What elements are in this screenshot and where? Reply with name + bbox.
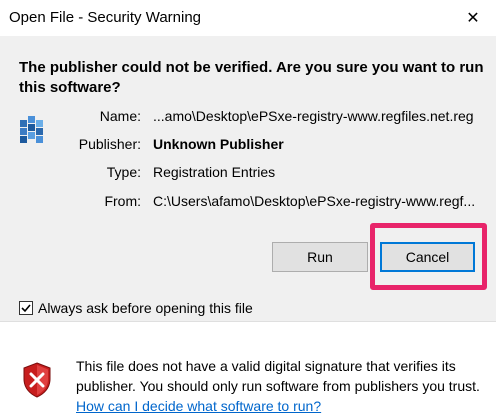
highlight-annotation: [370, 223, 487, 290]
from-label: From:: [104, 193, 141, 209]
type-value: Registration Entries: [153, 164, 276, 180]
warning-headline: The publisher could not be verified. Are…: [19, 59, 484, 96]
publisher-label: Publisher:: [78, 136, 141, 152]
footer-panel: This file does not have a valid digital …: [0, 322, 496, 420]
from-value: C:\Users\afamo\Desktop\ePSxe-registry-ww…: [153, 193, 476, 209]
close-button[interactable]: ✕: [450, 0, 496, 36]
always-ask-checkbox[interactable]: [19, 301, 33, 315]
footer-text: This file does not have a valid digital …: [76, 358, 480, 394]
run-button[interactable]: Run: [272, 242, 368, 272]
help-link[interactable]: How can I decide what software to run?: [76, 398, 321, 414]
always-ask-label: Always ask before opening this file: [38, 300, 253, 316]
always-ask-row[interactable]: Always ask before opening this file: [19, 300, 253, 316]
footer-message: This file does not have a valid digital …: [76, 356, 486, 416]
name-label: Name:: [99, 108, 141, 124]
checkmark-icon: [21, 304, 31, 313]
type-label: Type:: [106, 164, 141, 180]
title-bar: Open File - Security Warning ✕: [0, 0, 496, 36]
close-icon: ✕: [466, 10, 480, 27]
dialog-body: The publisher could not be verified. Are…: [0, 36, 496, 321]
name-value: ...amo\Desktop\ePSxe-registry-www.regfil…: [153, 108, 474, 124]
publisher-value: Unknown Publisher: [153, 136, 284, 152]
security-shield-icon: [22, 362, 52, 401]
window-title: Open File - Security Warning: [9, 9, 202, 26]
